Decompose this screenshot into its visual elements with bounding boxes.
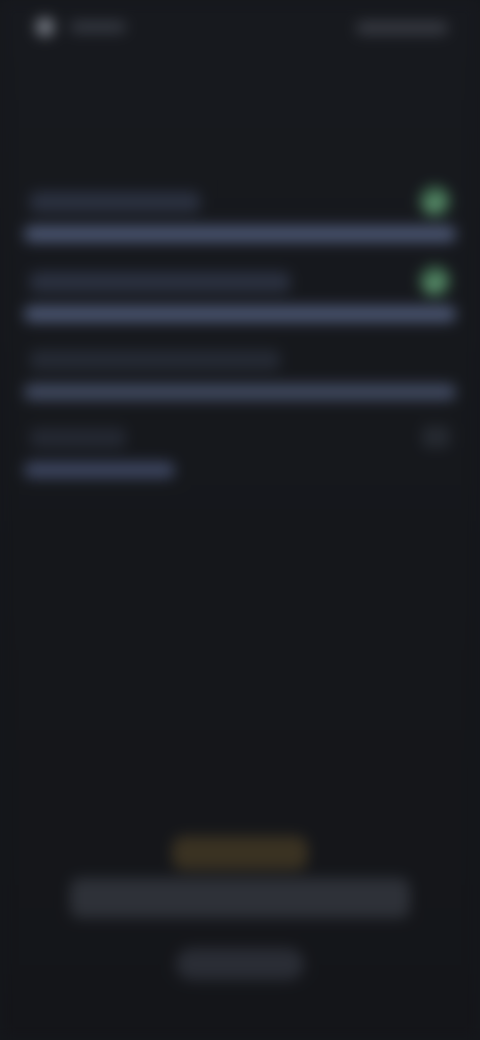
footer-heading bbox=[70, 878, 410, 918]
check-circle-icon bbox=[420, 266, 450, 296]
rating-stars bbox=[172, 836, 308, 870]
footer-button[interactable] bbox=[176, 948, 304, 980]
list-item-title bbox=[30, 428, 126, 448]
list-item[interactable] bbox=[24, 426, 456, 484]
app-icon bbox=[36, 18, 54, 36]
progress-bar bbox=[24, 462, 456, 478]
progress-fill bbox=[24, 226, 456, 242]
status-indicators bbox=[356, 22, 448, 34]
blurred-screen bbox=[0, 0, 480, 1040]
status-time bbox=[70, 22, 126, 32]
list-item[interactable] bbox=[24, 350, 456, 404]
list-item-title bbox=[30, 350, 280, 370]
page-title bbox=[48, 84, 418, 124]
progress-bar bbox=[24, 226, 456, 242]
pending-icon bbox=[422, 426, 450, 448]
status-bar bbox=[24, 16, 456, 40]
progress-bar bbox=[24, 306, 456, 322]
list-item[interactable] bbox=[24, 186, 456, 246]
check-circle-icon bbox=[420, 186, 450, 216]
list-item-title bbox=[30, 192, 200, 212]
progress-bar bbox=[24, 384, 456, 400]
list-item-title bbox=[30, 272, 290, 292]
list-item[interactable] bbox=[24, 266, 456, 326]
progress-fill bbox=[24, 462, 176, 478]
progress-fill bbox=[24, 306, 456, 322]
progress-fill bbox=[24, 384, 456, 400]
